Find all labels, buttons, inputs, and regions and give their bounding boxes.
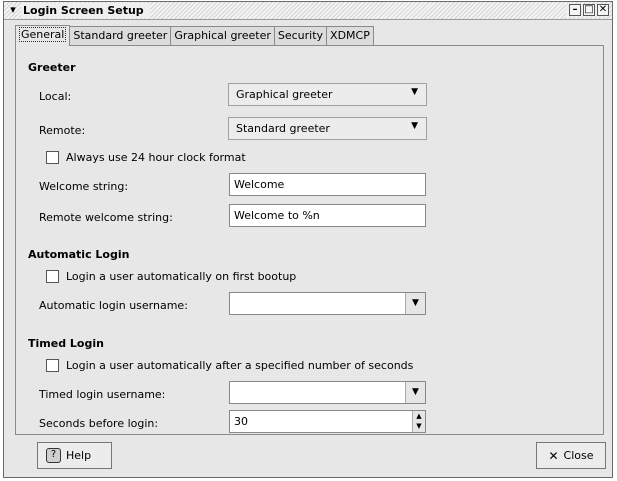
x-icon: ✕	[548, 448, 559, 463]
help-icon: ?	[46, 448, 61, 463]
chevron-down-icon: ▼	[411, 87, 418, 97]
local-label: Local:	[39, 90, 72, 103]
chevron-down-icon[interactable]: ▼	[405, 382, 425, 403]
remote-greeter-select[interactable]: Standard greeter ▼	[228, 117, 427, 140]
local-greeter-select[interactable]: Graphical greeter ▼	[228, 83, 427, 106]
tab-security[interactable]: Security	[273, 26, 328, 45]
tab-xdmcp[interactable]: XDMCP	[326, 26, 374, 45]
maximize-icon[interactable]: □	[583, 4, 595, 16]
close-label: Close	[563, 449, 594, 462]
welcome-string-field[interactable]: Welcome	[229, 173, 426, 196]
timed-login-check-label: Login a user automatically after a speci…	[66, 359, 414, 372]
chevron-down-icon[interactable]: ▼	[405, 293, 425, 314]
chevron-down-icon: ▼	[411, 121, 418, 131]
remote-welcome-label: Remote welcome string:	[39, 211, 173, 224]
timed-login-section-title: Timed Login	[28, 337, 104, 350]
checkbox-box[interactable]	[46, 359, 59, 372]
welcome-label: Welcome string:	[39, 180, 129, 193]
title-buttons: – □ ✕	[566, 4, 609, 17]
spin-down-icon[interactable]: ▼	[413, 421, 425, 431]
timed-login-checkbox[interactable]: Login a user automatically after a speci…	[46, 359, 413, 372]
close-icon[interactable]: ✕	[597, 4, 609, 16]
seconds-spinbox[interactable]: 30 ▲ ▼	[229, 410, 426, 433]
remote-label: Remote:	[39, 124, 86, 137]
spin-up-icon[interactable]: ▲	[413, 411, 425, 421]
seconds-label: Seconds before login:	[39, 417, 159, 430]
checkbox-box[interactable]	[46, 151, 59, 164]
titlebar[interactable]: ▾ Login Screen Setup – □ ✕	[4, 2, 612, 20]
greeter-section-title: Greeter	[28, 61, 76, 74]
tab-general[interactable]: General	[15, 25, 71, 46]
clock-format-checkbox[interactable]: Always use 24 hour clock format	[46, 151, 246, 164]
minimize-icon[interactable]: –	[569, 4, 581, 16]
tab-standard-greeter[interactable]: Standard greeter	[69, 26, 172, 45]
close-button[interactable]: ✕ Close	[536, 442, 606, 469]
window-title: Login Screen Setup	[21, 3, 150, 18]
timed-username-combo[interactable]: ▼	[229, 381, 426, 404]
timed-username-label: Timed login username:	[39, 388, 166, 401]
local-greeter-value: Graphical greeter	[236, 88, 333, 101]
automatic-login-checkbox[interactable]: Login a user automatically on first boot…	[46, 270, 296, 283]
remote-greeter-value: Standard greeter	[236, 122, 330, 135]
window: ▾ Login Screen Setup – □ ✕ General Stand…	[3, 1, 613, 478]
automatic-username-combo[interactable]: ▼	[229, 292, 426, 315]
clock-format-label: Always use 24 hour clock format	[66, 151, 246, 164]
tab-label: General	[19, 27, 67, 42]
tab-graphical-greeter[interactable]: Graphical greeter	[170, 26, 275, 45]
remote-welcome-string-field[interactable]: Welcome to %n	[229, 204, 426, 227]
spin-buttons[interactable]: ▲ ▼	[412, 411, 425, 432]
help-label: Help	[66, 449, 92, 462]
window-menu-icon[interactable]: ▾	[7, 4, 19, 16]
automatic-username-label: Automatic login username:	[39, 299, 188, 312]
help-button[interactable]: ? Help	[37, 442, 112, 469]
general-panel: Greeter Local: Graphical greeter ▼ Remot…	[15, 45, 604, 435]
tab-strip: General Standard greeter Graphical greet…	[15, 25, 374, 46]
automatic-login-section-title: Automatic Login	[28, 248, 130, 261]
automatic-login-check-label: Login a user automatically on first boot…	[66, 270, 297, 283]
seconds-value: 30	[234, 415, 248, 428]
checkbox-box[interactable]	[46, 270, 59, 283]
